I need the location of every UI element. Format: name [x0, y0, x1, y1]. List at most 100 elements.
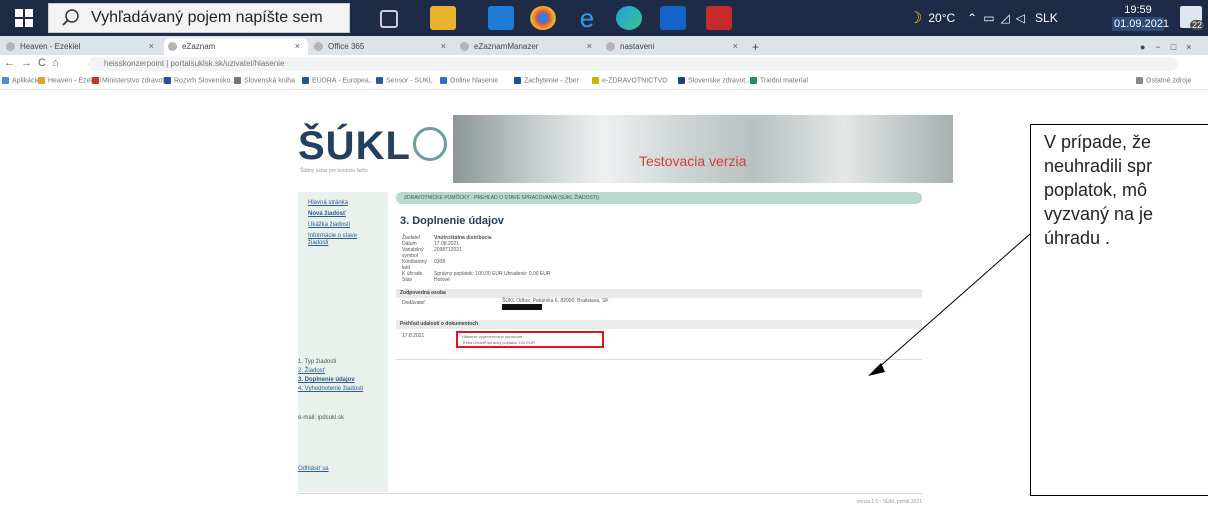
favicon-icon	[460, 42, 469, 51]
bookmark-item[interactable]: Slovenske zdravot...	[678, 77, 751, 84]
clock-date: 01.09.2021	[1112, 17, 1170, 31]
history-row: 17.8.2021 Hlásenie vygenerované správcom…	[396, 329, 922, 360]
info-row: Konštantný kód 0308	[402, 259, 922, 271]
supplier-label: Dodávateľ	[402, 300, 425, 306]
bookmarks-bar: Aplikácie Heaven - Ezekiel Ministerstvo …	[0, 73, 1208, 90]
bookmark-item[interactable]: Slovenská kniha	[234, 77, 295, 84]
info-value: 2098712021	[434, 247, 462, 253]
bookmark-item[interactable]: EUDRA - Europea...	[302, 77, 375, 84]
edge-legacy-icon[interactable]: e	[574, 5, 600, 31]
sidebar-link[interactable]: Informácie o stave žiadosti	[308, 233, 378, 247]
history-date: 17.8.2021	[402, 333, 425, 339]
history-line: Hlásenie vygenerované správcom	[462, 334, 523, 339]
window-controls[interactable]: ●−□×	[1140, 38, 1206, 55]
tab-2[interactable]: Office 365 ×	[310, 38, 454, 55]
sidebar-link[interactable]: Hlavná stránka	[308, 200, 378, 207]
step-list: 1. Typ žiadosti 2. Žiadosť 3. Doplnenie …	[298, 358, 378, 394]
file-explorer-icon[interactable]	[430, 6, 456, 30]
close-icon[interactable]: ×	[441, 41, 446, 51]
windows-taskbar: Vyhľadávaný pojem napíšte sem e ☽ 20°C ⌃…	[0, 0, 1208, 36]
bookmark-item[interactable]: Ministerstvo zdravot...	[92, 77, 170, 84]
tab-label: Heaven - Ezekiel	[20, 42, 81, 51]
outlook-app-icon[interactable]	[660, 6, 686, 30]
info-value: 0308	[434, 259, 446, 265]
bookmark-item[interactable]: Ostatné zdroje	[1136, 77, 1192, 84]
close-icon[interactable]: ×	[733, 41, 738, 51]
favicon-icon	[314, 42, 323, 51]
info-row: Stav Hotové	[402, 277, 922, 283]
step-item[interactable]: 4. Vyhodnotenie žiadosti	[298, 385, 378, 394]
tab-label: eZaznamManazer	[474, 42, 539, 51]
logo-text: ŠÚKL	[298, 124, 411, 168]
close-icon[interactable]: ×	[295, 41, 300, 51]
logo-subtitle: Štátny ústav pre kontrolu liečiv	[300, 168, 368, 174]
callout-text: V prípade, že neuhradili spr poplatok, m…	[1044, 132, 1154, 248]
address-bar[interactable]: heisskonzerpoint | portalsuklsk.sk/uziva…	[88, 57, 1178, 71]
history-line: Treba uhradiť správny poplatok 100 EUR	[462, 340, 535, 345]
sidebar-link[interactable]: Nová žiadosť	[308, 211, 378, 218]
windows-logo-icon	[15, 9, 33, 27]
new-tab-button[interactable]: +	[748, 38, 768, 55]
logo-circle-icon	[412, 127, 447, 161]
step-item[interactable]: 2. Žiadosť	[298, 367, 378, 376]
bookmark-item[interactable]: Triedni material	[750, 77, 808, 84]
tab-0[interactable]: Heaven - Ezekiel ×	[2, 38, 162, 55]
search-icon	[62, 9, 79, 26]
favicon-icon	[606, 42, 615, 51]
edge-icon[interactable]	[616, 6, 642, 30]
bookmark-item[interactable]: Aplikácie	[2, 77, 40, 84]
taskbar-search-box[interactable]: Vyhľadávaný pojem napíšte sem	[48, 3, 350, 33]
search-placeholder: Vyhľadávaný pojem napíšte sem	[91, 9, 323, 26]
sidebar-link[interactable]: Ukážka žiadosti	[308, 222, 378, 229]
bookmark-item[interactable]: Rozvrh Slovensko...	[164, 77, 236, 84]
close-icon[interactable]: ×	[587, 41, 592, 51]
close-icon[interactable]: ×	[149, 41, 154, 51]
url-text: heisskonzerpoint | portalsuklsk.sk/uziva…	[104, 59, 285, 68]
start-button[interactable]	[0, 0, 48, 36]
bookmark-item[interactable]: e-ZDRAVOTNICTVO	[592, 77, 668, 84]
sidebar: Hlavná stránka Nová žiadosť Ukážka žiado…	[298, 192, 388, 492]
main-content: ZDRAVOTNÍCKE POMÔCKY - PREHĽAD O STAVE S…	[396, 192, 922, 360]
acrobat-icon[interactable]	[706, 6, 732, 30]
navigation-buttons[interactable]: ←→C⌂	[4, 57, 65, 69]
user-email: e-mail: ipdsukl.sk	[298, 415, 345, 421]
header-banner: Testovacia verzia	[453, 115, 953, 183]
bookmark-item[interactable]: Sensor - SUKL	[376, 77, 433, 84]
info-key: Konštantný kód	[402, 259, 428, 271]
footer-text: verzia 1.0 - SÚKL portál 2021	[856, 499, 922, 505]
clock[interactable]: 19:59 01.09.2021	[1112, 3, 1170, 31]
tab-label: eZaznam	[182, 42, 216, 51]
footer-divider	[298, 493, 922, 494]
redacted-field	[502, 304, 542, 310]
highlight-box: Hlásenie vygenerované správcom Treba uhr…	[456, 331, 604, 348]
request-info: Žiadateľ Vnútroštátna distribúcia Dátum 17…	[402, 235, 922, 283]
language-indicator[interactable]: SLK	[1035, 11, 1058, 25]
step-item-current[interactable]: 3. Doplnenie údajov	[298, 376, 378, 385]
section-header: Zodpovedná osoba	[396, 289, 922, 298]
info-key: Variabilný symbol	[402, 247, 424, 259]
task-view-icon[interactable]	[380, 10, 398, 28]
info-row: Variabilný symbol 2098712021	[402, 247, 922, 259]
test-version-label: Testovacia verzia	[639, 153, 747, 169]
tab-4[interactable]: nastaveni ×	[602, 38, 746, 55]
clock-time: 19:59	[1124, 4, 1152, 16]
tab-1[interactable]: eZaznam ×	[164, 38, 308, 55]
sukl-logo: ŠÚKL	[298, 124, 447, 169]
chrome-icon[interactable]	[530, 6, 556, 30]
info-key: Stav	[402, 277, 413, 283]
logout-link[interactable]: Odhlásiť sa	[298, 466, 329, 472]
notification-center-icon[interactable]: 22	[1180, 6, 1204, 30]
bookmark-item[interactable]: Zachytenie - Zber	[514, 77, 579, 84]
outlook-icon[interactable]	[488, 6, 514, 30]
favicon-icon	[6, 42, 15, 51]
browser-toolbar: ←→C⌂ heisskonzerpoint | portalsuklsk.sk/…	[0, 55, 1208, 74]
favicon-icon	[168, 42, 177, 51]
weather-temp: 20°C	[928, 11, 956, 25]
step-item[interactable]: 1. Typ žiadosti	[298, 358, 378, 367]
tray-icons[interactable]: ⌃▭◿◁	[967, 11, 1031, 25]
breadcrumb: ZDRAVOTNÍCKE POMÔCKY - PREHĽAD O STAVE S…	[396, 192, 922, 204]
tab-3[interactable]: eZaznamManazer ×	[456, 38, 600, 55]
info-value: Správny poplatok: 100,00 EUR Uhradené: 0…	[434, 271, 551, 277]
bookmark-item[interactable]: Online hlasenie	[440, 77, 498, 84]
info-value: Hotové	[434, 277, 450, 283]
